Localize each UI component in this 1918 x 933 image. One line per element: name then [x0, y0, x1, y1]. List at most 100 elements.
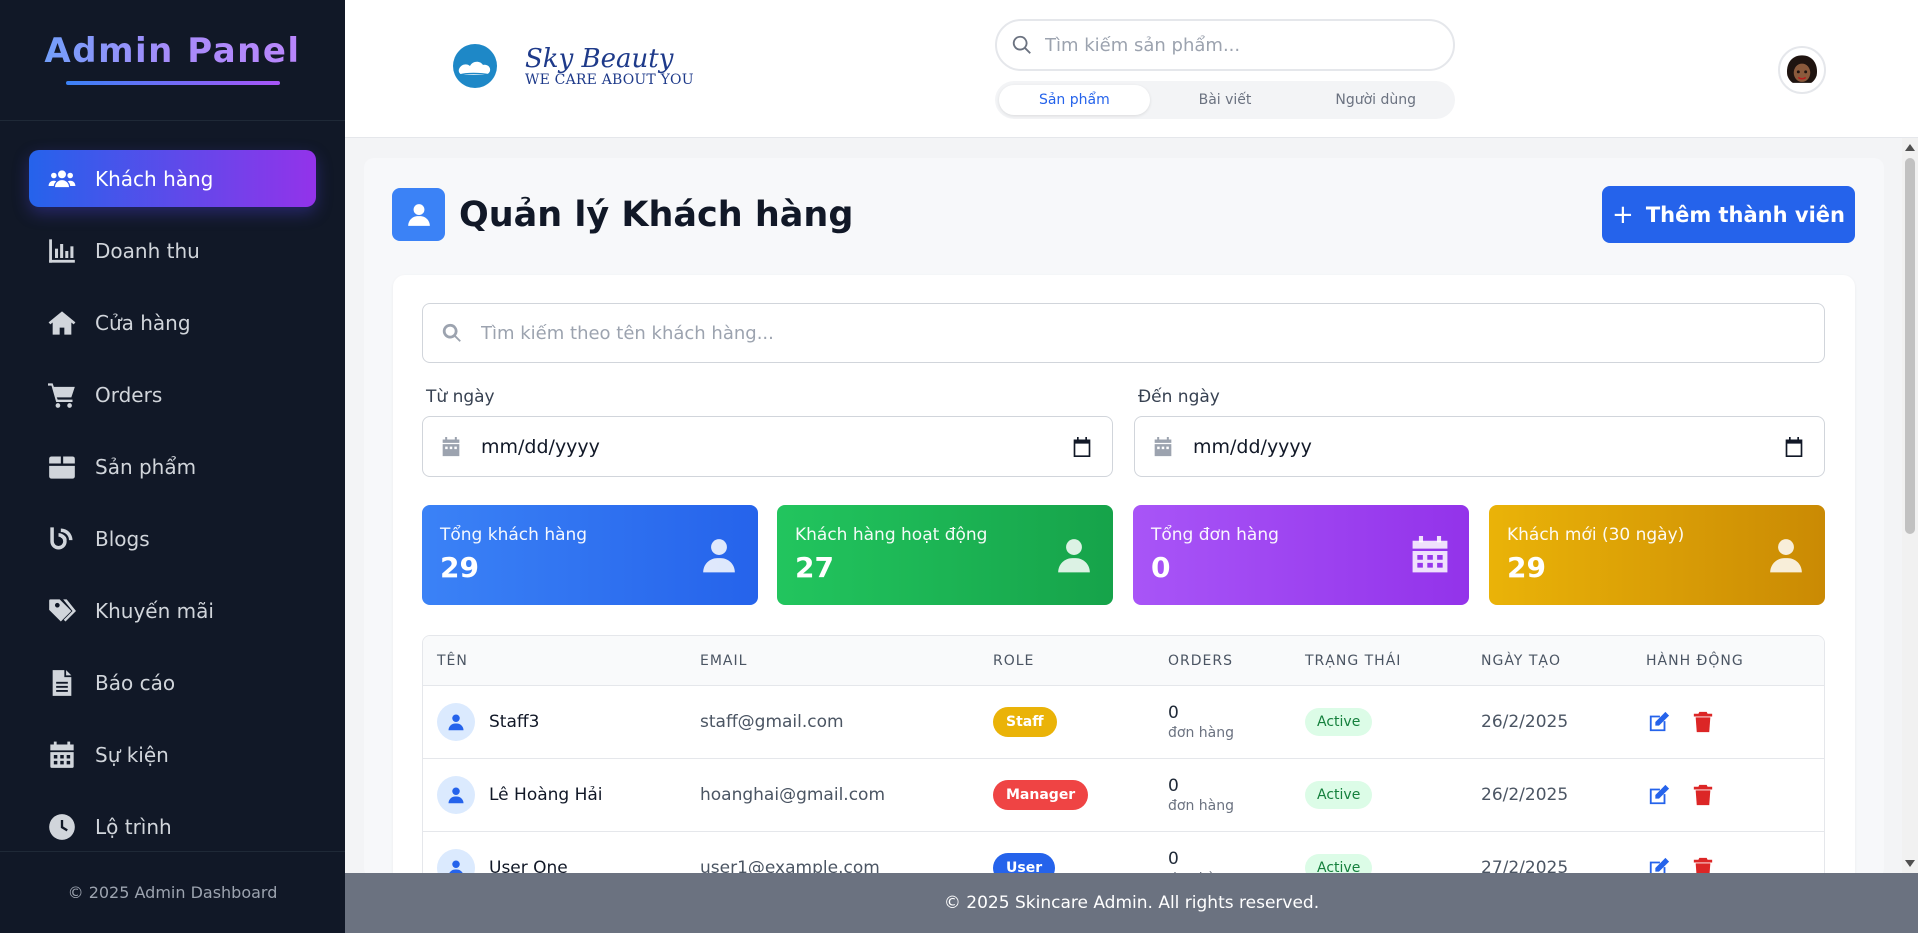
cell-role: Manager — [993, 780, 1168, 810]
main-scrollbar[interactable] — [1902, 138, 1918, 873]
sidebar-item-label: Cửa hàng — [95, 310, 191, 335]
users-icon — [47, 164, 77, 194]
sidebar-item-cua-hang[interactable]: Cửa hàng — [29, 294, 316, 351]
cell-status: Active — [1305, 781, 1481, 809]
sidebar-item-label: Orders — [95, 382, 163, 407]
customer-search — [422, 303, 1825, 363]
col-header-created[interactable]: NGÀY TẠO — [1481, 653, 1646, 669]
orders-count: 0 — [1168, 703, 1179, 723]
from-date-group: Từ ngày mm/dd/yyyy — [422, 387, 1113, 477]
cloud-logo-icon — [453, 44, 497, 88]
scroll-down-arrow[interactable] — [1905, 860, 1915, 867]
add-member-button[interactable]: + Thêm thành viên — [1602, 186, 1855, 243]
brand-logo-text: Sky Beauty WE CARE ABOUT YOU — [525, 46, 694, 87]
file-icon — [47, 668, 77, 698]
sidebar-item-label: Khuyến mãi — [95, 598, 214, 623]
cell-actions — [1646, 709, 1824, 735]
date-picker-icon[interactable] — [1784, 436, 1804, 457]
stat-value: 29 — [440, 551, 479, 584]
edit-icon[interactable] — [1646, 782, 1672, 808]
created-date: 26/2/2025 — [1481, 712, 1569, 732]
page-footer: © 2025 Skincare Admin. All rights reserv… — [345, 873, 1918, 933]
cell-status: Active — [1305, 708, 1481, 736]
customer-search-input[interactable] — [481, 322, 1781, 344]
sidebar-title-underline — [65, 81, 280, 85]
cell-orders: 0 đơn hàng — [1168, 776, 1305, 814]
col-header-name[interactable]: TÊN — [423, 653, 700, 669]
brand-tagline: WE CARE ABOUT YOU — [525, 71, 694, 88]
sidebar-title: Admin Panel — [0, 31, 345, 71]
header-search-input[interactable] — [1045, 34, 1425, 56]
cell-name: User One — [423, 849, 700, 873]
col-header-status[interactable]: TRẠNG THÁI — [1305, 653, 1481, 669]
role-badge: Staff — [993, 707, 1057, 737]
plus-icon: + — [1612, 199, 1634, 230]
created-date: 26/2/2025 — [1481, 785, 1569, 805]
sidebar-item-label: Lộ trình — [95, 814, 172, 839]
edit-icon[interactable] — [1646, 709, 1672, 735]
sidebar-item-lo-trinh[interactable]: Lộ trình — [29, 798, 316, 855]
customer-name: User One — [489, 858, 568, 873]
blog-icon — [47, 524, 77, 554]
sidebar-item-label: Blogs — [95, 526, 150, 551]
col-header-actions: HÀNH ĐỘNG — [1646, 652, 1744, 669]
sidebar-item-khuyen-mai[interactable]: Khuyến mãi — [29, 582, 316, 639]
user-icon — [437, 849, 475, 873]
stat-total-orders: Tổng đơn hàng 0 — [1133, 505, 1469, 605]
trash-icon[interactable] — [1690, 782, 1716, 808]
scroll-up-arrow[interactable] — [1905, 144, 1915, 151]
brand-logo[interactable]: Sky Beauty WE CARE ABOUT YOU — [451, 42, 694, 90]
stat-value: 29 — [1507, 551, 1546, 584]
calendar-icon — [1154, 436, 1172, 456]
sidebar-item-doanh-thu[interactable]: Doanh thu — [29, 222, 316, 279]
header-search-tabs: Sản phẩm Bài viết Người dùng — [995, 81, 1455, 119]
scrollbar-thumb[interactable] — [1905, 158, 1915, 534]
tab-bai-viet[interactable]: Bài viết — [1150, 85, 1301, 115]
trash-icon[interactable] — [1690, 709, 1716, 735]
add-member-label: Thêm thành viên — [1645, 202, 1845, 227]
search-icon — [1012, 35, 1031, 54]
cell-name: Lê Hoàng Hải — [423, 776, 700, 814]
customers-card: Từ ngày mm/dd/yyyy Đến ngày mm/dd/yyyy T… — [393, 275, 1855, 873]
main-content: Quản lý Khách hàng + Thêm thành viên Từ … — [345, 138, 1895, 873]
user-icon — [1767, 535, 1805, 575]
from-date-input[interactable]: mm/dd/yyyy — [422, 416, 1113, 477]
top-header: Sky Beauty WE CARE ABOUT YOU Sản phẩm Bà… — [345, 0, 1918, 138]
from-date-value: mm/dd/yyyy — [481, 435, 600, 458]
sidebar-footer: © 2025 Admin Dashboard — [0, 851, 345, 933]
to-date-value: mm/dd/yyyy — [1193, 435, 1312, 458]
edit-icon[interactable] — [1646, 855, 1672, 873]
user-icon — [700, 535, 738, 575]
user-avatar[interactable] — [1778, 46, 1826, 94]
sidebar-item-bao-cao[interactable]: Báo cáo — [29, 654, 316, 711]
tab-san-pham[interactable]: Sản phẩm — [999, 85, 1150, 115]
page-title: Quản lý Khách hàng — [459, 194, 854, 235]
customers-table: TÊN EMAIL ROLE ORDERS TRẠNG THÁI NGÀY TẠ… — [422, 635, 1825, 873]
sidebar-item-blogs[interactable]: Blogs — [29, 510, 316, 567]
calendar-icon — [47, 740, 77, 770]
orders-unit: đơn hàng — [1168, 798, 1234, 814]
date-picker-icon[interactable] — [1072, 436, 1092, 457]
customer-email: user1@example.com — [700, 858, 880, 873]
content-panel: Quản lý Khách hàng + Thêm thành viên Từ … — [364, 158, 1884, 873]
sidebar-item-san-pham[interactable]: Sản phẩm — [29, 438, 316, 495]
to-date-input[interactable]: mm/dd/yyyy — [1134, 416, 1825, 477]
stat-value: 27 — [795, 551, 834, 584]
cell-name: Staff3 — [423, 703, 700, 741]
col-header-role[interactable]: ROLE — [993, 653, 1168, 669]
header-search — [995, 19, 1455, 71]
col-header-email[interactable]: EMAIL — [700, 653, 993, 669]
search-icon — [442, 323, 461, 342]
cell-status: Active — [1305, 854, 1481, 873]
sidebar: Admin Panel Khách hàng Doanh thu Cửa hàn… — [0, 0, 345, 933]
table-row: Staff3 staff@gmail.com Staff 0 đơn hàng … — [423, 686, 1824, 759]
sidebar-item-orders[interactable]: Orders — [29, 366, 316, 423]
col-header-orders[interactable]: ORDERS — [1168, 653, 1305, 669]
tab-nguoi-dung[interactable]: Người dùng — [1300, 85, 1451, 115]
sidebar-item-khach-hang[interactable]: Khách hàng — [29, 150, 316, 207]
status-badge: Active — [1305, 854, 1373, 873]
status-badge: Active — [1305, 781, 1373, 809]
stat-total-customers: Tổng khách hàng 29 — [422, 505, 758, 605]
sidebar-item-su-kien[interactable]: Sự kiện — [29, 726, 316, 783]
trash-icon[interactable] — [1690, 855, 1716, 873]
